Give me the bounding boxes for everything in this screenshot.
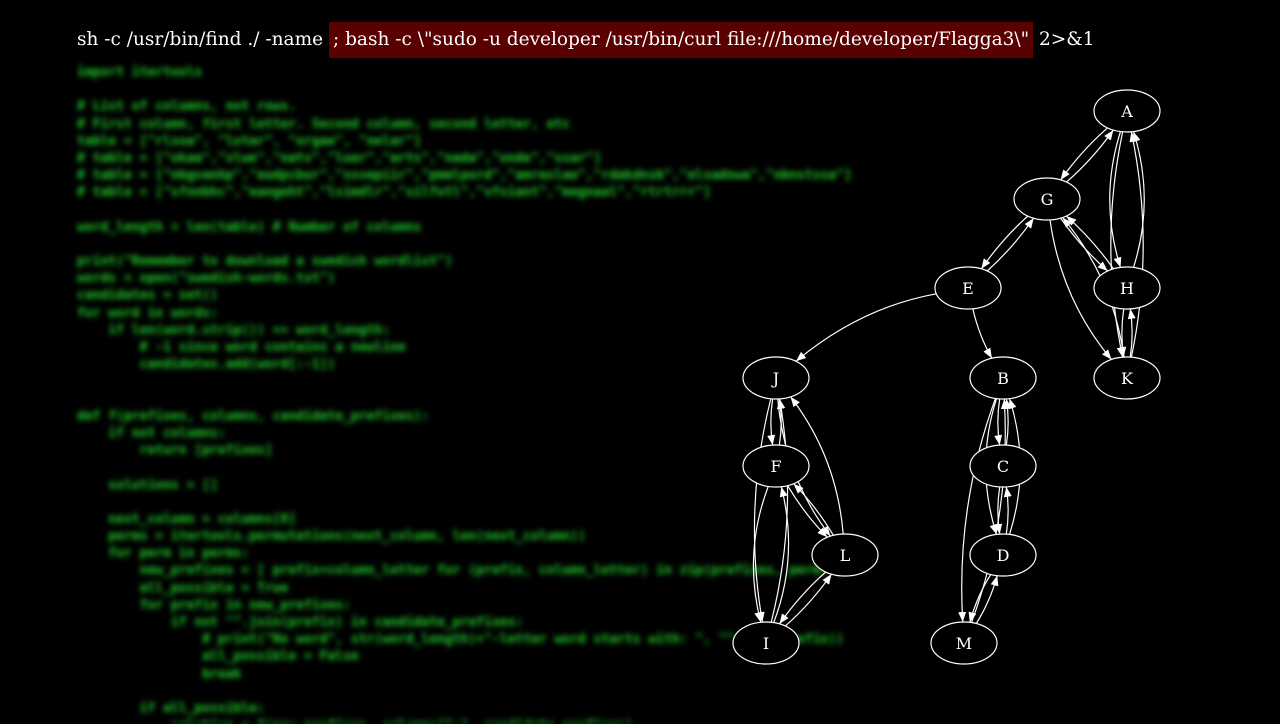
node-label: B xyxy=(997,369,1009,388)
node-label: G xyxy=(1041,190,1054,209)
node-label: F xyxy=(770,457,781,476)
node-l: L xyxy=(811,533,879,577)
edge-l-to-f xyxy=(793,483,834,536)
edge-f-to-l xyxy=(787,485,828,538)
edge-f-to-i xyxy=(752,486,769,623)
graph-diagram: A G H K E J B F C L D I M xyxy=(732,89,1161,665)
edge-j-to-i xyxy=(753,398,772,623)
node-label: K xyxy=(1121,369,1134,388)
edge-j-to-f xyxy=(767,398,776,446)
node-label: A xyxy=(1120,102,1133,121)
node-m: M xyxy=(930,621,998,665)
edge-g-to-h xyxy=(1060,217,1109,272)
node-label: I xyxy=(763,634,769,653)
edge-i-to-j xyxy=(770,398,789,623)
node-f: F xyxy=(742,444,810,488)
edge-e-to-j xyxy=(795,293,937,362)
node-d: D xyxy=(969,533,1037,577)
node-h: H xyxy=(1093,266,1161,310)
edge-l-to-i xyxy=(779,571,827,625)
node-label: J xyxy=(771,369,779,388)
edge-c-to-b xyxy=(1003,398,1012,446)
node-j: J xyxy=(742,356,810,400)
node-label: E xyxy=(962,279,974,298)
node-label: D xyxy=(997,546,1010,565)
edge-g-to-e xyxy=(980,215,1029,270)
node-k: K xyxy=(1093,356,1161,400)
node-label: L xyxy=(840,546,851,565)
edge-k-to-h xyxy=(1127,308,1136,358)
edge-e-to-g xyxy=(986,217,1035,272)
edge-g-to-a xyxy=(1066,129,1114,183)
node-label: C xyxy=(997,457,1009,476)
node-c: C xyxy=(969,444,1037,488)
node-label: H xyxy=(1120,279,1134,298)
node-a: A xyxy=(1093,89,1161,133)
edge-d-to-c xyxy=(1003,486,1012,535)
edge-e-to-b xyxy=(972,308,993,359)
node-e: E xyxy=(934,266,1002,310)
node-b: B xyxy=(969,356,1037,400)
node-g: G xyxy=(1013,177,1081,221)
node-i: I xyxy=(732,621,800,665)
node-label: M xyxy=(956,634,972,653)
edge-h-to-g xyxy=(1065,215,1114,270)
edge-b-to-c xyxy=(994,398,1003,446)
edge-i-to-l xyxy=(784,573,832,627)
edge-a-to-g xyxy=(1060,127,1108,181)
